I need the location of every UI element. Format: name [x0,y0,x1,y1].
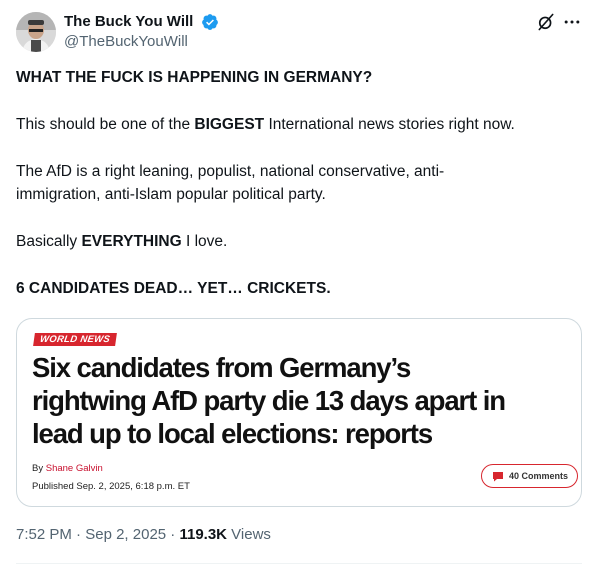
byline-author: Shane Galvin [45,463,103,474]
tweet-header: The Buck You Will @TheBuckYouWill [16,12,582,52]
text-span: This should be one of the [16,116,195,133]
grok-icon[interactable] [536,12,556,32]
avatar[interactable] [16,12,56,52]
tweet-paragraph-3b: immigration, anti-Islam popular politica… [16,186,326,203]
headline-line: rightwing AfD party die 13 days apart in [32,385,506,416]
display-name[interactable]: The Buck You Will [64,12,193,32]
section-badge: WORLD NEWS [33,333,117,346]
headline-line: lead up to local elections: reports [32,418,433,449]
text-span: Basically [16,233,82,250]
emphasis-text: EVERYTHING [81,233,182,250]
comment-bubble-icon [492,471,503,481]
emphasis-text: BIGGEST [194,116,265,133]
headline-line: Six candidates from Germany’s [32,352,411,383]
divider [16,563,582,564]
article-headline: Six candidates from Germany’s rightwing … [32,351,572,450]
comments-label: 40 Comments [508,471,568,481]
comments-button: 40 Comments [480,464,578,488]
views-label: Views [227,526,271,543]
text-span: I love. [181,233,228,250]
tweet: The Buck You Will @TheBuckYouWill WHAT T… [0,0,598,566]
tweet-line-1: WHAT THE FUCK IS HAPPENING IN GERMANY? [16,69,373,86]
tweet-time[interactable]: 7:52 PM [16,526,72,543]
author-block: The Buck You Will @TheBuckYouWill [64,12,219,52]
author-handle[interactable]: @TheBuckYouWill [64,32,219,52]
tweet-paragraph-3a: The AfD is a right leaning, populist, na… [16,163,445,180]
tweet-paragraph-2: This should be one of the BIGGEST Intern… [16,113,582,136]
article-byline: By Shane Galvin [32,463,103,475]
meta-separator: · [71,526,86,543]
tweet-paragraph-5: 6 CANDIDATES DEAD… YET… CRICKETS. [16,280,331,297]
tweet-paragraph-4: Basically EVERYTHING I love. [16,230,582,253]
media-card[interactable]: WORLD NEWS Six candidates from Germany’s… [16,318,582,507]
meta-separator: · [166,526,180,543]
text-span: International news stories right now. [264,116,515,133]
views-count[interactable]: 119.3K [179,526,227,543]
verified-badge-icon [201,14,218,30]
tweet-meta: 7:52 PM · Sep 2, 2025 · 119.3K Views [16,525,271,545]
tweet-text: WHAT THE FUCK IS HAPPENING IN GERMANY? T… [16,66,582,300]
byline-prefix: By [32,463,46,474]
published-date: Published Sep. 2, 2025, 6:18 p.m. ET [32,481,190,492]
tweet-date[interactable]: Sep 2, 2025 [85,526,166,543]
more-icon[interactable] [562,12,582,32]
